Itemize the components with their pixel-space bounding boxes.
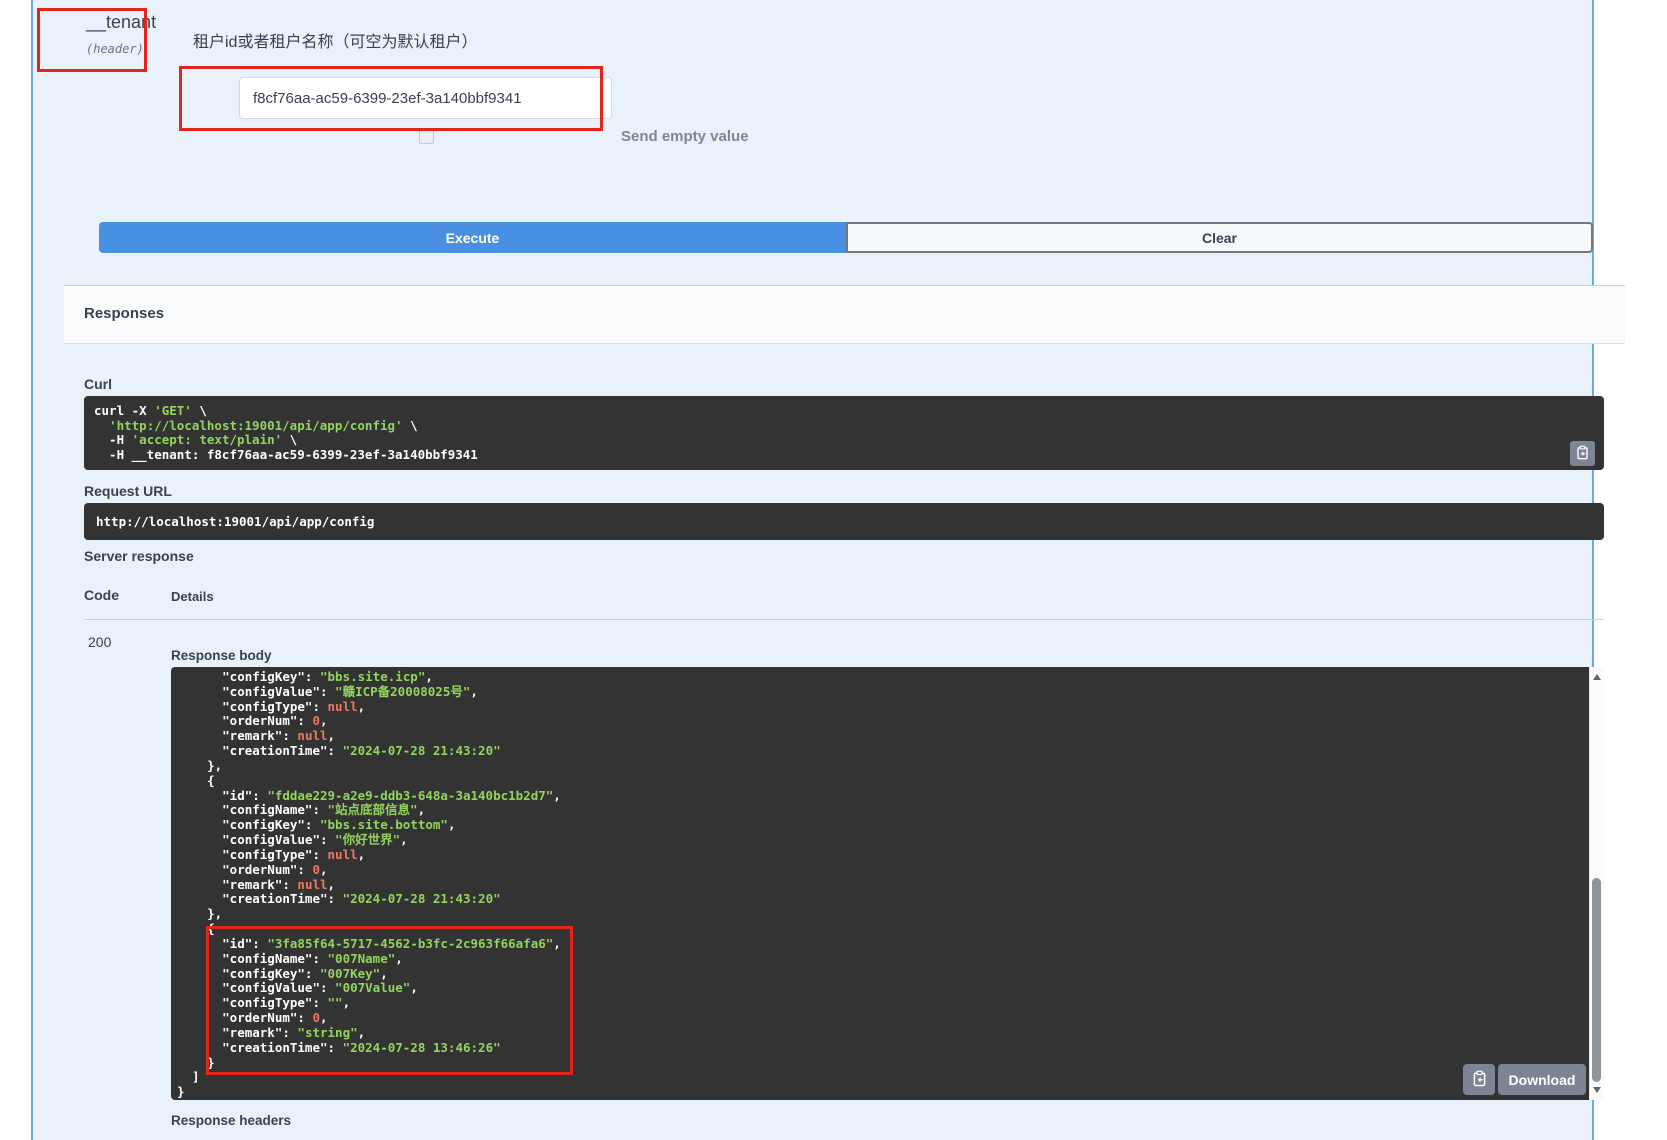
request-url-value: http://localhost:19001/api/app/config: [84, 503, 1604, 540]
scroll-down-arrow-icon[interactable]: [1593, 1087, 1601, 1093]
clipboard-copy-icon: [1575, 445, 1590, 463]
request-url-label: Request URL: [84, 483, 172, 499]
scrollbar-thumb[interactable]: [1592, 878, 1601, 1082]
curl-command-text: curl -X 'GET' \ 'http://localhost:19001/…: [84, 396, 1604, 470]
parameter-name: __tenant: [86, 12, 156, 33]
clipboard-copy-icon: [1471, 1070, 1488, 1090]
send-empty-checkbox[interactable]: [419, 129, 434, 144]
response-body-wrapper: "configKey": "bbs.site.icp", "configValu…: [171, 667, 1604, 1100]
details-column-header: Details: [171, 589, 214, 604]
opblock-body: __tenant (header) 租户id或者租户名称（可空为默认租户） Se…: [31, 0, 1594, 1140]
download-button[interactable]: Download: [1498, 1064, 1586, 1095]
curl-label: Curl: [84, 376, 112, 392]
responses-section-header: Responses: [64, 285, 1625, 344]
code-column-header: Code: [84, 587, 119, 603]
swagger-api-page: __tenant (header) 租户id或者租户名称（可空为默认租户） Se…: [0, 0, 1667, 1140]
parameter-description: 租户id或者租户名称（可空为默认租户）: [193, 28, 477, 52]
response-headers-label: Response headers: [171, 1113, 291, 1128]
response-body-block: "configKey": "bbs.site.icp", "configValu…: [171, 667, 1589, 1100]
response-body-label: Response body: [171, 648, 272, 663]
tenant-input[interactable]: [239, 77, 612, 119]
status-code: 200: [88, 634, 111, 650]
response-scrollbar[interactable]: [1589, 667, 1604, 1100]
curl-command-block: curl -X 'GET' \ 'http://localhost:19001/…: [84, 396, 1604, 470]
copy-response-button[interactable]: [1463, 1064, 1495, 1095]
header-divider: [84, 619, 1604, 620]
clear-button[interactable]: Clear: [846, 222, 1593, 253]
response-body-json: "configKey": "bbs.site.icp", "configValu…: [177, 670, 1589, 1100]
send-empty-label: Send empty value: [621, 128, 749, 145]
execute-button[interactable]: Execute: [99, 222, 846, 253]
responses-title: Responses: [84, 305, 164, 322]
parameter-location: (header): [86, 42, 144, 56]
server-response-label: Server response: [84, 548, 194, 564]
scroll-up-arrow-icon[interactable]: [1593, 674, 1601, 680]
copy-to-clipboard-button[interactable]: [1570, 441, 1595, 466]
